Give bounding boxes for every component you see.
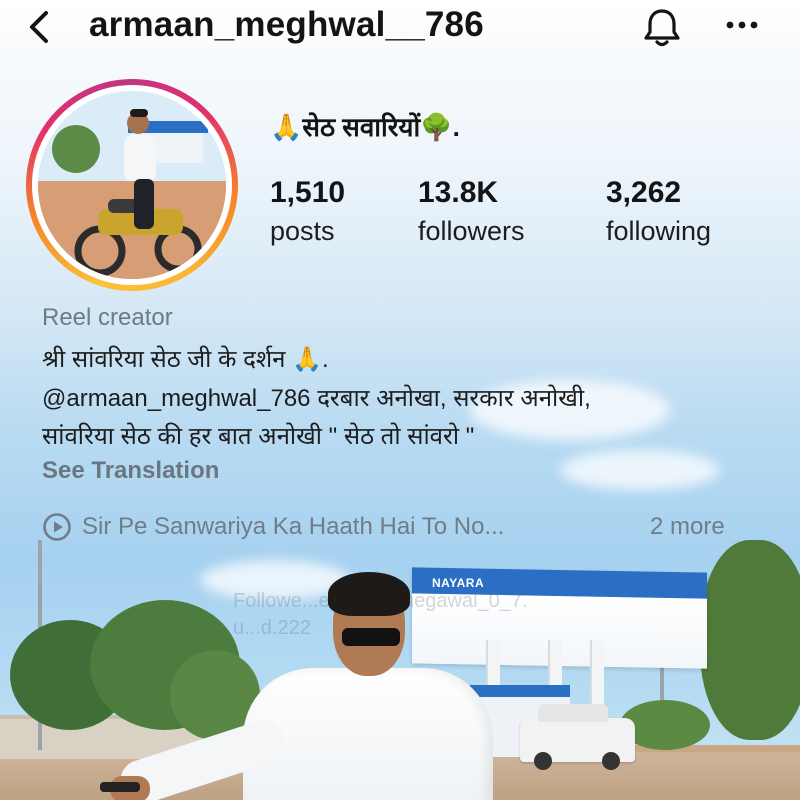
handlebar (100, 782, 140, 792)
person-hair (328, 572, 410, 616)
music-more-link[interactable]: 2 more (650, 513, 725, 541)
stat-posts[interactable]: 1,510 posts (270, 176, 345, 248)
avatar-photo (38, 91, 226, 279)
avatar-scene (38, 91, 226, 279)
more-options-icon[interactable] (722, 10, 762, 40)
white-suv (520, 704, 635, 770)
wheel (602, 752, 620, 770)
see-translation-link[interactable]: See Translation (42, 457, 219, 485)
bio-line: श्री सांवरिया सेठ जी के दर्शन 🙏. (42, 346, 329, 373)
music-title: Sir Pe Sanwariya Ka Haath Hai To No... (82, 513, 505, 540)
profile-header: armaan_meghwal__786 (0, 0, 800, 54)
stat-following[interactable]: 3,262 following (606, 176, 711, 248)
stat-followers[interactable]: 13.8K followers (418, 176, 525, 248)
play-circle-icon (43, 513, 71, 541)
stat-following-label: following (606, 216, 712, 246)
tree (700, 540, 800, 740)
stat-followers-count: 13.8K (418, 176, 499, 209)
cloud (560, 450, 720, 490)
bio-line: @armaan_meghwal_786 दरबार अनोखा, सरकार अ… (42, 385, 591, 412)
bio-line: सांवरिया सेठ की हर बात अनोखी " सेठ तो सा… (42, 423, 475, 450)
stat-following-count: 3,262 (606, 176, 682, 209)
stat-posts-count: 1,510 (270, 176, 346, 209)
profile-username: armaan_meghwal__786 (89, 5, 484, 44)
wheel (534, 752, 552, 770)
profile-category: Reel creator (42, 304, 173, 331)
stat-posts-label: posts (270, 216, 335, 246)
notification-bell-icon[interactable] (640, 6, 684, 50)
stat-followers-label: followers (418, 216, 525, 246)
back-arrow-icon[interactable] (22, 9, 58, 45)
sunglasses (342, 628, 400, 646)
profile-display-name: 🙏सेठ सवारियों🌳. (270, 112, 460, 142)
profile-avatar[interactable] (26, 79, 238, 291)
